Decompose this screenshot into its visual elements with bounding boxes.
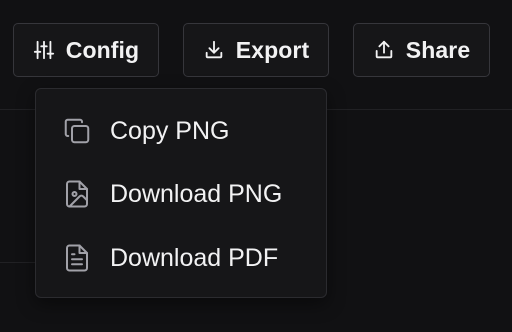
document-file-icon <box>62 243 92 273</box>
menu-item-label: Download PDF <box>110 243 279 272</box>
export-button[interactable]: Export <box>183 23 329 77</box>
menu-item-label: Copy PNG <box>110 116 230 145</box>
menu-item-label: Download PNG <box>110 179 283 208</box>
config-button[interactable]: Config <box>13 23 159 77</box>
sliders-icon <box>33 39 55 61</box>
copy-icon <box>62 116 92 146</box>
menu-item-download-pdf[interactable]: Download PDF <box>36 230 326 286</box>
share-upload-icon <box>373 39 395 61</box>
export-dropdown-menu: Copy PNG Download PNG Download PDF <box>35 88 327 298</box>
menu-item-download-png[interactable]: Download PNG <box>36 166 326 222</box>
download-icon <box>203 39 225 61</box>
export-button-label: Export <box>235 36 310 63</box>
share-button[interactable]: Share <box>353 23 490 77</box>
content-divider <box>0 262 40 263</box>
config-button-label: Config <box>65 36 140 63</box>
share-button-label: Share <box>405 36 471 63</box>
menu-item-copy-png[interactable]: Copy PNG <box>36 103 326 159</box>
image-file-icon <box>62 179 92 209</box>
